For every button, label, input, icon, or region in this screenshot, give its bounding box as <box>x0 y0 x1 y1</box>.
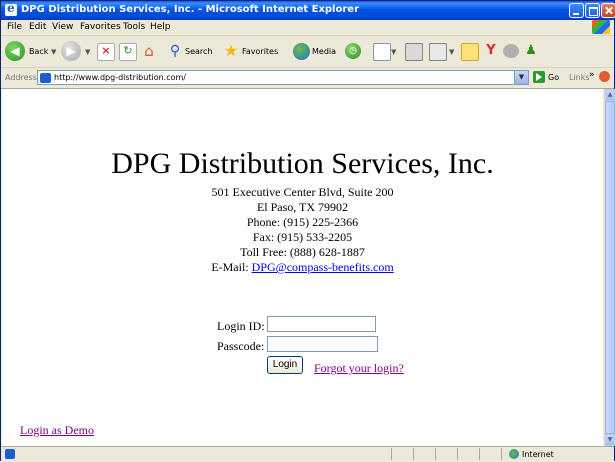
login-id-input[interactable] <box>267 316 376 332</box>
page-content: DPG Distribution Services, Inc. 501 Exec… <box>2 89 603 446</box>
internet-zone-icon <box>509 449 519 459</box>
close-button[interactable] <box>601 3 615 18</box>
status-divider <box>479 448 480 460</box>
title-bar[interactable]: DPG Distribution Services, Inc. - Micros… <box>1 1 615 20</box>
home-button[interactable]: ⌂ <box>141 41 159 63</box>
vertical-scrollbar[interactable]: ▲ ▼ <box>604 89 615 446</box>
page-icon <box>40 73 51 83</box>
maximize-button[interactable] <box>585 3 600 18</box>
note-icon <box>461 43 479 61</box>
people-icon: ♟ <box>525 43 537 58</box>
search-icon: ⚲ <box>169 43 181 59</box>
status-divider <box>391 448 392 460</box>
back-button[interactable]: ◀ Back ▼ <box>5 41 57 63</box>
address-dropdown-icon[interactable]: ▼ <box>514 71 528 84</box>
scroll-thumb[interactable] <box>605 101 615 434</box>
links-ie-icon[interactable] <box>599 71 610 82</box>
edit-icon <box>429 43 447 61</box>
back-arrow-icon: ◀ <box>5 41 25 61</box>
edit-dropdown-icon[interactable]: ▼ <box>449 48 454 56</box>
mail-button[interactable]: ▼ <box>373 41 403 63</box>
passcode-label: Passcode: <box>217 339 265 353</box>
refresh-button[interactable]: ↻ <box>119 41 137 63</box>
media-label: Media <box>312 47 337 56</box>
messenger-button[interactable]: Y <box>483 41 501 63</box>
menu-file[interactable]: File <box>7 22 22 32</box>
address-label: Address <box>5 73 37 82</box>
edit-button[interactable]: ▼ <box>429 41 459 63</box>
chat-button[interactable] <box>503 41 521 63</box>
email-label: E-Mail: <box>211 260 249 274</box>
favorites-label: Favorites <box>242 47 279 56</box>
toolbar: ◀ Back ▼ ▶ ▼ × ↻ ⌂ ⚲ Search ★ Favorites … <box>1 36 614 68</box>
browser-window: DPG Distribution Services, Inc. - Micros… <box>0 0 615 462</box>
page-status-icon <box>5 449 15 459</box>
status-bar: Internet <box>1 446 614 462</box>
status-divider <box>413 448 414 460</box>
menu-view[interactable]: View <box>52 22 73 32</box>
print-icon <box>405 43 423 61</box>
status-divider <box>501 448 502 460</box>
window-title: DPG Distribution Services, Inc. - Micros… <box>21 4 360 15</box>
history-button[interactable]: ◷ <box>345 41 365 63</box>
search-label: Search <box>185 47 213 56</box>
address-line-1: 501 Executive Center Blvd, Suite 200 <box>211 185 394 199</box>
minimize-button[interactable] <box>569 3 584 18</box>
links-chevron-icon[interactable]: » <box>589 70 595 80</box>
menu-help[interactable]: Help <box>150 22 171 32</box>
login-button[interactable]: Login <box>267 356 303 374</box>
mail-icon <box>373 43 391 61</box>
scroll-down-icon[interactable]: ▼ <box>605 434 615 446</box>
messenger-icon: Y <box>486 43 496 58</box>
back-dropdown-icon[interactable]: ▼ <box>51 48 56 56</box>
forward-button[interactable]: ▶ ▼ <box>61 41 91 63</box>
address-bar: Address http://www.dpg-distribution.com/… <box>1 68 614 89</box>
forward-arrow-icon: ▶ <box>61 41 81 61</box>
scroll-up-icon[interactable]: ▲ <box>605 89 615 101</box>
menu-edit[interactable]: Edit <box>29 22 46 32</box>
favorites-star-icon: ★ <box>223 41 239 60</box>
address-input[interactable]: http://www.dpg-distribution.com/ ▼ <box>37 70 529 85</box>
fax-line: Fax: (915) 533-2205 <box>252 230 353 244</box>
home-icon: ⌂ <box>144 42 154 60</box>
email-link[interactable]: DPG@compass-benefits.com <box>252 260 394 274</box>
email-line: E-Mail: DPG@compass-benefits.com <box>2 260 603 275</box>
menu-favorites[interactable]: Favorites <box>80 22 121 32</box>
windows-flag-icon <box>592 20 610 34</box>
search-button[interactable]: ⚲ Search <box>167 41 223 63</box>
people-button[interactable]: ♟ <box>523 41 541 63</box>
forward-dropdown-icon[interactable]: ▼ <box>85 48 90 56</box>
address-line-2: El Paso, TX 79902 <box>256 200 349 214</box>
media-icon <box>293 43 310 60</box>
tollfree-line: Toll Free: (888) 628-1887 <box>240 245 365 259</box>
chat-icon <box>503 44 519 58</box>
stop-icon: × <box>97 43 115 61</box>
company-name: DPG Distribution Services, Inc. <box>111 147 494 180</box>
refresh-icon: ↻ <box>119 43 137 61</box>
menu-tools[interactable]: Tools <box>123 22 145 32</box>
back-label: Back <box>29 47 49 56</box>
login-id-label: Login ID: <box>217 319 265 333</box>
forgot-login-link[interactable]: Forgot your login? <box>314 361 404 376</box>
links-label[interactable]: Links <box>569 73 590 82</box>
discuss-button[interactable] <box>461 41 479 63</box>
history-icon: ◷ <box>345 43 361 59</box>
menu-bar: File Edit View Favorites Tools Help <box>1 20 614 36</box>
phone-line: Phone: (915) 225-2366 <box>246 215 359 229</box>
ie-logo-icon <box>5 1 17 16</box>
address-url[interactable]: http://www.dpg-distribution.com/ <box>54 73 186 82</box>
status-divider <box>435 448 436 460</box>
favorites-button[interactable]: ★ Favorites <box>223 41 291 63</box>
status-divider <box>457 448 458 460</box>
print-button[interactable] <box>405 41 423 63</box>
passcode-input[interactable] <box>267 336 378 352</box>
go-arrow-icon[interactable] <box>533 71 545 83</box>
stop-button[interactable]: × <box>97 41 115 63</box>
mail-dropdown-icon[interactable]: ▼ <box>391 48 396 56</box>
media-button[interactable]: Media <box>293 41 345 63</box>
zone-label: Internet <box>522 450 554 459</box>
go-button[interactable]: Go <box>548 73 559 82</box>
login-as-demo-link[interactable]: Login as Demo <box>20 423 94 438</box>
